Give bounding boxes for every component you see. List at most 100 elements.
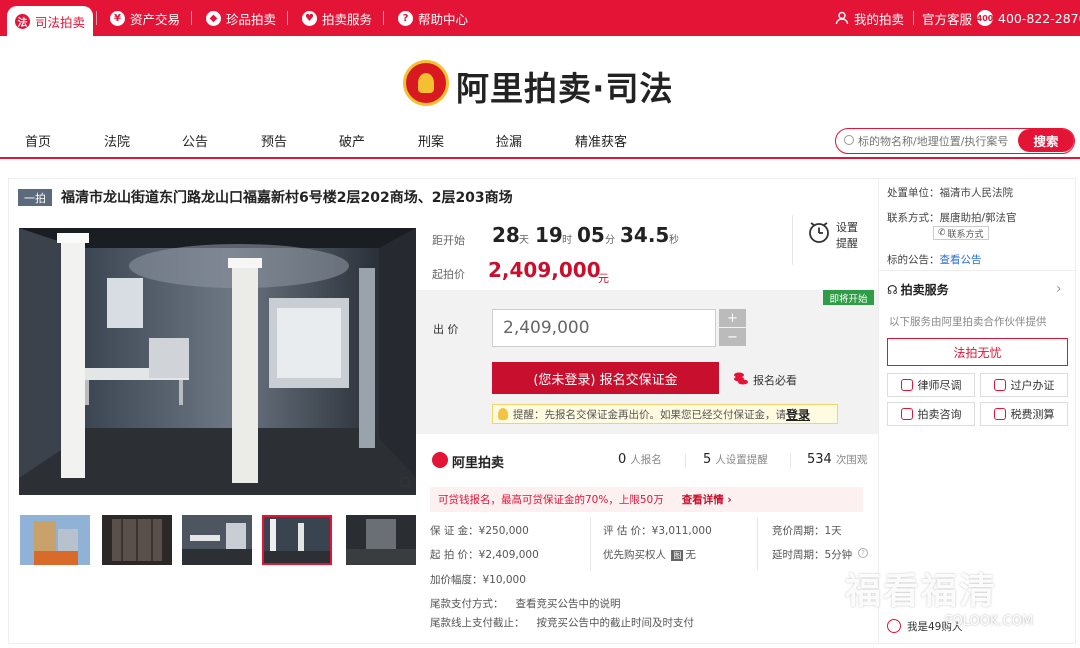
set-reminder-label-2[interactable]: 提醒 bbox=[836, 235, 858, 251]
auction-consult-button[interactable]: 拍卖咨询 bbox=[887, 402, 975, 426]
countdown-minutes: 05 bbox=[577, 223, 605, 247]
lawyer-due-diligence-button[interactable]: 律师尽调 bbox=[887, 373, 975, 397]
reminder-unit: 人设置提醒 bbox=[715, 454, 768, 466]
room-photo bbox=[19, 228, 416, 495]
nav-court[interactable]: 法院 bbox=[104, 131, 130, 150]
divider bbox=[790, 454, 791, 468]
nav-preview[interactable]: 预告 bbox=[261, 131, 287, 150]
nav-criminal[interactable]: 刑案 bbox=[418, 131, 444, 150]
countdown-hours-unit: 时 bbox=[562, 235, 572, 246]
signup-stat: 0 人报名 bbox=[618, 452, 662, 467]
thumbnail-image bbox=[346, 515, 416, 565]
priority-value: 无 bbox=[685, 549, 696, 561]
lot-notice: 标的公告：查看公告 bbox=[887, 254, 982, 266]
divider bbox=[191, 11, 192, 25]
court-icon: 法 bbox=[15, 13, 30, 29]
lightbulb-icon bbox=[498, 408, 508, 420]
thumbnail-2[interactable] bbox=[102, 515, 172, 565]
lot-title: 福清市龙山街道东门路龙山口福嘉新村6号楼2层202商场、2层203商场 bbox=[61, 190, 513, 206]
my-auction-link[interactable]: 我的拍卖 bbox=[835, 0, 904, 36]
round-badge: 一拍 bbox=[18, 189, 52, 206]
nav-bankruptcy[interactable]: 破产 bbox=[339, 131, 365, 150]
divider bbox=[96, 11, 97, 25]
delay-period: 延时周期：5分钟 bbox=[772, 549, 853, 561]
lot-main-photo[interactable] bbox=[19, 228, 416, 495]
ali-auction-logo-icon bbox=[432, 452, 448, 468]
decrease-bid-button[interactable]: − bbox=[719, 328, 746, 346]
set-reminder-button[interactable] bbox=[806, 219, 832, 249]
search-button[interactable]: 搜索 bbox=[1018, 129, 1074, 152]
status-badge: 即将开始 bbox=[823, 290, 874, 305]
heart-icon: ♥ bbox=[302, 10, 317, 26]
signup-count: 0 bbox=[618, 452, 627, 467]
zoom-icon[interactable] bbox=[399, 476, 413, 490]
register-deposit-button[interactable]: (您未登录) 报名交保证金 bbox=[492, 362, 719, 394]
tab-treasure-auction[interactable]: ◆ 珍品拍卖 bbox=[206, 0, 276, 36]
phone-icon: ✆ bbox=[938, 228, 946, 238]
watch-count: 534 bbox=[807, 452, 832, 467]
site-logo[interactable]: 阿里拍卖·司法 bbox=[456, 62, 674, 110]
increase-bid-button[interactable]: + bbox=[719, 309, 746, 327]
divider bbox=[913, 11, 914, 25]
court-emblem-logo bbox=[403, 60, 449, 106]
signup-unit: 人报名 bbox=[630, 454, 662, 466]
reminder-stat: 5 人设置提醒 bbox=[703, 452, 768, 467]
watch-stat: 534 次围观 bbox=[807, 452, 867, 467]
info-icon[interactable]: ? bbox=[858, 548, 868, 558]
start-price-label: 起拍价 bbox=[432, 268, 465, 281]
phone-info: 400 400-822-2870 bbox=[976, 10, 1080, 26]
transfer-service-button[interactable]: 过户办证 bbox=[980, 373, 1068, 397]
disposal-unit: 处置单位：福清市人民法院 bbox=[887, 187, 1013, 199]
set-reminder-label-1[interactable]: 设置 bbox=[836, 219, 858, 235]
treasure-icon: ◆ bbox=[206, 10, 221, 26]
official-service-link[interactable]: 官方客服 bbox=[922, 0, 972, 36]
lawyer-icon bbox=[900, 379, 913, 391]
thumbnail-4-active[interactable] bbox=[262, 515, 332, 565]
search-bar: 搜索 bbox=[835, 128, 1075, 154]
appraisal-value: 评 估 价：¥3,011,000 bbox=[603, 525, 712, 537]
contact-button[interactable]: ✆ 联系方式 bbox=[933, 226, 989, 240]
divider bbox=[878, 270, 1076, 271]
help-icon: ? bbox=[398, 10, 413, 26]
login-link[interactable]: 登录 bbox=[786, 406, 810, 423]
loan-details-link[interactable]: 查看详情 › bbox=[682, 492, 732, 507]
alarm-clock-icon bbox=[809, 222, 829, 243]
thumbnail-image bbox=[102, 515, 172, 565]
nav-home[interactable]: 首页 bbox=[25, 131, 51, 150]
thumbnail-5[interactable] bbox=[346, 515, 416, 565]
service-description: 以下服务由阿里拍卖合作伙伴提供 bbox=[889, 316, 1047, 328]
countdown-hours: 19 bbox=[535, 223, 563, 247]
thumbnail-1[interactable] bbox=[20, 515, 90, 565]
asset-icon: ¥ bbox=[110, 10, 125, 26]
tax-calculator-button[interactable]: 税费测算 bbox=[980, 402, 1068, 426]
tab-help-center[interactable]: ? 帮助中心 bbox=[398, 0, 468, 36]
phone-icon: 400 bbox=[977, 10, 993, 26]
nav-precise-leads[interactable]: 精准获客 bbox=[575, 131, 627, 150]
bid-amount-input[interactable]: 2,409,000 bbox=[492, 309, 716, 347]
auction-worry-free-button[interactable]: 法拍无忧 bbox=[887, 338, 1068, 366]
countdown-minutes-unit: 分 bbox=[605, 235, 615, 246]
reminder-count: 5 bbox=[703, 452, 712, 467]
chevron-right-icon[interactable]: › bbox=[1056, 281, 1062, 297]
nav-bargain[interactable]: 捡漏 bbox=[496, 131, 522, 150]
coins-icon bbox=[733, 370, 749, 389]
contact-info: 联系方式：展唐助拍/郭法官 bbox=[887, 212, 1017, 224]
thumbnail-3[interactable] bbox=[182, 515, 252, 565]
watch-unit: 次围观 bbox=[835, 454, 868, 466]
search-icon bbox=[844, 135, 854, 145]
deposit-value: 保 证 金：¥250,000 bbox=[430, 525, 529, 537]
tab-asset-trade[interactable]: ¥ 资产交易 bbox=[110, 0, 180, 36]
view-notice-link[interactable]: 查看公告 bbox=[940, 254, 982, 266]
tab-judicial-auction[interactable]: 法 司法拍卖 bbox=[7, 6, 94, 36]
divider bbox=[287, 11, 288, 25]
bid-label: 出 价 bbox=[433, 323, 459, 336]
buyer-icon bbox=[887, 619, 901, 633]
search-input[interactable] bbox=[858, 132, 1018, 150]
thumbnail-image bbox=[20, 515, 90, 565]
must-read-link[interactable]: 报名必看 bbox=[753, 372, 797, 388]
auction-service-header[interactable]: ☊ 拍卖服务 bbox=[887, 281, 949, 298]
start-price-detail: 起 拍 价：¥2,409,000 bbox=[430, 549, 539, 561]
nav-announcement[interactable]: 公告 bbox=[182, 131, 208, 150]
divider bbox=[590, 518, 591, 570]
tab-auction-service[interactable]: ♥ 拍卖服务 bbox=[302, 0, 372, 36]
